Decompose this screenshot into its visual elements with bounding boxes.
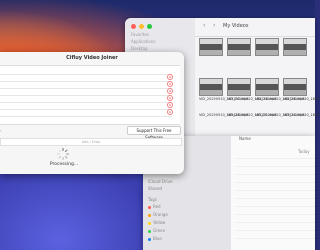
video-file-list[interactable]: ⊖ ⊖ ⊖ ⊖ ⊖ ⊖ xyxy=(0,65,180,125)
window-title: Cifluy Video Joiner xyxy=(66,55,118,61)
list-row[interactable] xyxy=(235,192,315,199)
file-item[interactable] xyxy=(255,38,279,56)
video-thumbnail xyxy=(227,38,251,56)
file-item[interactable]: VID_20250910_185201.mp4 xyxy=(227,112,277,117)
file-item[interactable]: VID_20250910_185416.mp4 xyxy=(199,112,249,117)
tag-dot-icon xyxy=(148,213,151,217)
tag-red[interactable]: Red xyxy=(148,204,161,209)
list-divider xyxy=(0,81,172,82)
list-row[interactable] xyxy=(235,232,315,239)
add-files-field[interactable]: Add / Drop xyxy=(0,138,182,146)
remove-icon[interactable]: ⊖ xyxy=(167,81,173,87)
list-row[interactable] xyxy=(235,200,315,207)
sidebar-section-favorites: Favorites xyxy=(131,32,150,37)
file-name: VID_20250910_183103.mp4 xyxy=(199,97,249,101)
list-divider xyxy=(0,116,172,117)
tag-dot-icon xyxy=(148,229,151,233)
file-name: VID_20250910_185024.mp4 xyxy=(283,97,320,101)
remove-icon[interactable]: ⊖ xyxy=(167,95,173,101)
video-thumbnail xyxy=(255,78,279,96)
add-files-label: Add / Drop xyxy=(81,140,101,144)
list-divider xyxy=(0,88,172,89)
tag-green[interactable]: Green xyxy=(148,228,165,233)
list-divider xyxy=(0,109,172,110)
list-row[interactable] xyxy=(235,224,315,231)
file-item[interactable]: VID_20250910_183514.mp4 xyxy=(255,112,305,117)
list-divider xyxy=(0,95,172,96)
column-header-name[interactable]: Name xyxy=(239,136,251,141)
file-name: VID_20250910_184326.mp4 xyxy=(255,97,305,101)
video-thumbnail xyxy=(199,38,223,56)
tag-orange[interactable]: Orange xyxy=(148,212,168,217)
list-divider xyxy=(0,102,172,103)
video-thumbnail xyxy=(255,38,279,56)
list-divider xyxy=(0,74,172,75)
back-button[interactable]: ‹ xyxy=(203,22,205,29)
processing-status: Processing... xyxy=(49,162,79,167)
file-name: VID_20250910_185416.mp4 xyxy=(199,113,249,117)
list-row[interactable] xyxy=(235,168,315,175)
remove-icon[interactable]: ⊖ xyxy=(167,109,173,115)
file-item[interactable]: VID_20250910_184326.mp4 xyxy=(255,78,305,101)
file-name: VID_20250910_185201.mp4 xyxy=(227,113,277,117)
tag-yellow[interactable]: Yellow xyxy=(148,220,165,225)
close-button[interactable] xyxy=(131,24,136,29)
remove-icon[interactable]: ⊖ xyxy=(167,88,173,94)
tag-dot-icon xyxy=(148,237,151,241)
zoom-button[interactable] xyxy=(147,24,152,29)
tag-dot-icon xyxy=(148,221,151,225)
minimize-button[interactable] xyxy=(139,24,144,29)
file-item[interactable] xyxy=(227,38,251,56)
file-item[interactable]: VID_20250910_183103.mp4 xyxy=(199,78,249,101)
forward-button[interactable]: › xyxy=(213,22,215,29)
window-controls xyxy=(131,24,152,29)
finder-window-title: My Videos xyxy=(223,23,249,29)
video-thumbnail xyxy=(199,78,223,96)
video-joiner-window: Cifluy Video Joiner ⊖ ⊖ ⊖ ⊖ ⊖ ⊖ ‹ Suppor… xyxy=(0,52,184,174)
sidebar-item-icloud-drive[interactable]: iCloud Drive xyxy=(148,179,172,184)
list-row[interactable] xyxy=(235,176,315,183)
remove-icon[interactable]: ⊖ xyxy=(167,102,173,108)
list-row[interactable] xyxy=(235,160,315,167)
file-item[interactable]: VID_20250910_184216.mp4 xyxy=(227,78,277,101)
sidebar-section-tags: Tags xyxy=(148,197,157,202)
file-name: VID_20250910_184216.mp4 xyxy=(227,97,277,101)
tag-dot-icon xyxy=(148,205,151,209)
list-row[interactable] xyxy=(235,216,315,223)
remove-icon[interactable]: ⊖ xyxy=(167,74,173,80)
settings-control[interactable]: ‹ xyxy=(0,128,3,133)
video-thumbnail xyxy=(227,78,251,96)
loading-spinner-icon xyxy=(56,147,70,161)
finder-toolbar: ‹ › xyxy=(195,18,315,37)
sidebar-item-shared[interactable]: Shared xyxy=(148,186,162,191)
file-grid: VID_20250910_183103.mp4 VID_20250910_184… xyxy=(197,38,320,136)
list-row[interactable] xyxy=(235,208,315,215)
file-name: VID_20250910_185416.mp4 xyxy=(283,113,320,117)
date-modified: Today xyxy=(298,149,310,154)
support-button[interactable]: Support This Free Software xyxy=(127,126,181,140)
file-item[interactable]: VID_20250910_185416.mp4 xyxy=(283,112,320,117)
sidebar-item-applications[interactable]: Applications xyxy=(131,39,155,44)
file-item[interactable] xyxy=(283,38,307,56)
video-thumbnail xyxy=(283,78,307,96)
file-name: VID_20250910_183514.mp4 xyxy=(255,113,305,117)
tag-blue[interactable]: Blue xyxy=(148,236,162,241)
file-item[interactable]: VID_20250910_185024.mp4 xyxy=(283,78,320,101)
list-row[interactable] xyxy=(235,184,315,191)
video-thumbnail xyxy=(283,38,307,56)
sidebar-item-desktop[interactable]: Desktop xyxy=(131,46,148,51)
file-item[interactable] xyxy=(199,38,223,56)
